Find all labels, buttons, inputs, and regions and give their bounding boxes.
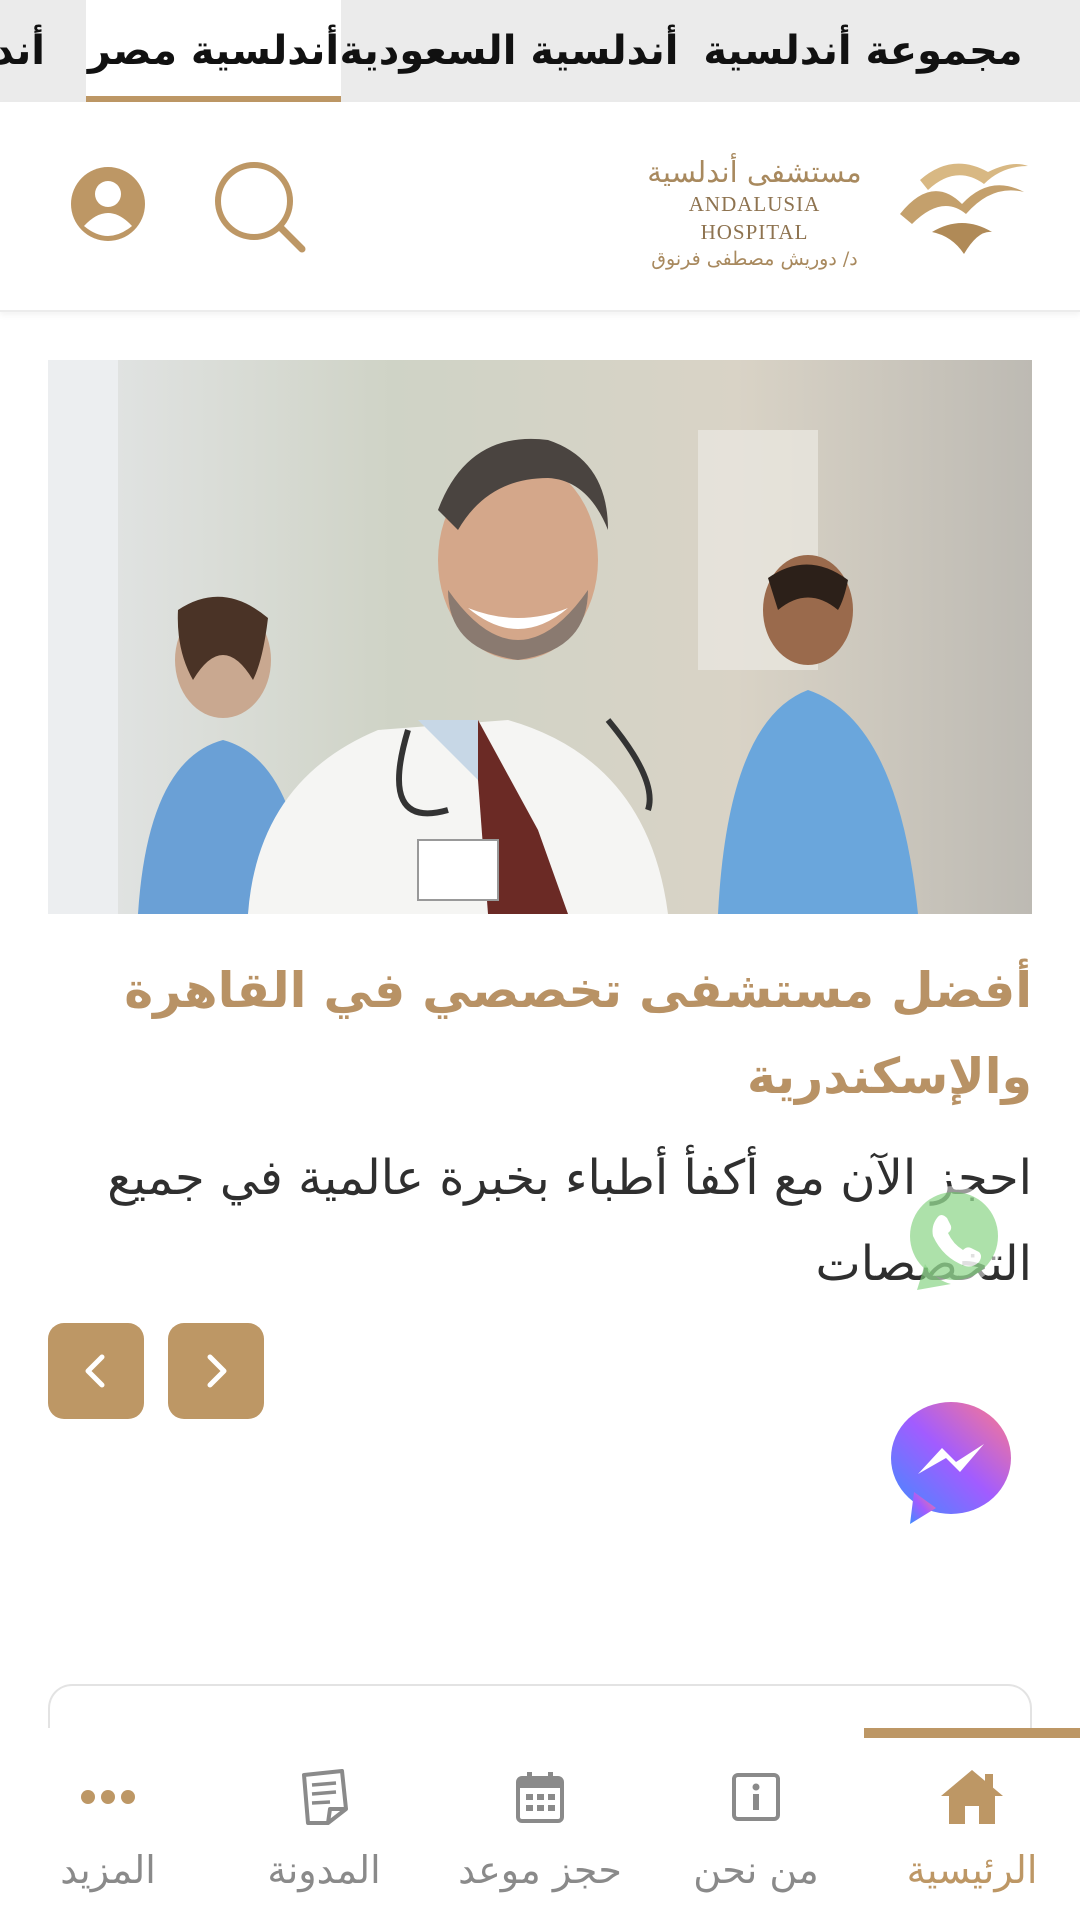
chevron-left-icon [85,1354,105,1388]
nav-more[interactable]: المزيد [0,1728,216,1920]
slider-next-button[interactable] [168,1323,264,1419]
nav-about[interactable]: من نحن [648,1728,864,1920]
nav-blog[interactable]: المدونة [216,1728,432,1920]
search-icon[interactable] [212,159,307,254]
hero-doctor-image [48,360,1032,914]
hero-subtitle: احجز الآن مع أكفأ أطباء بخبرة عالمية في … [107,1150,1032,1292]
chevron-right-icon [207,1354,227,1388]
nav-home-label: الرئيسية [906,1848,1038,1892]
info-icon [732,1773,780,1821]
blog-icon [302,1769,348,1825]
hero-title: أفضل مستشفى تخصصي في القاهرة والإسكندرية [124,962,1032,1105]
user-icon[interactable] [70,164,146,244]
tab-andalusia-saudi[interactable]: أندلسية السعودية [340,0,679,102]
messenger-icon[interactable] [890,1400,1012,1524]
group-tabs-bar: مجموعة أندلسية أندلسية السعودية أندلسية … [0,0,1080,102]
logo-name-ar: مستشفى أندلسية [647,155,862,189]
whatsapp-icon[interactable] [895,1180,1013,1298]
nav-more-label: المزيد [60,1848,156,1892]
hospital-logo[interactable]: مستشفى أندلسية ANDALUSIA HOSPITAL د/ دور… [632,144,1032,270]
hero-illustration [48,360,1032,914]
logo-text: مستشفى أندلسية ANDALUSIA HOSPITAL د/ دور… [642,154,867,272]
nav-home[interactable]: الرئيسية [864,1728,1080,1920]
nav-blog-label: المدونة [267,1848,381,1892]
site-header: مستشفى أندلسية ANDALUSIA HOSPITAL د/ دور… [0,102,1080,312]
logo-name-en: ANDALUSIA HOSPITAL [688,192,821,244]
bottom-navigation: الرئيسية من نحن حجز موعد المدونة المزيد [0,1728,1080,1920]
home-icon [941,1770,1003,1824]
calendar-icon [516,1772,564,1823]
nav-booking[interactable]: حجز موعد [432,1728,648,1920]
page: مجموعة أندلسية أندلسية السعودية أندلسية … [0,0,1080,1920]
tab-andalusia-more[interactable]: أندلسية [0,0,67,102]
logo-mark-icon [900,163,1028,254]
more-icon [81,1790,135,1804]
logo-tagline: د/ دوريش مصطفى فرنوق [651,248,858,270]
slider-prev-button[interactable] [48,1323,144,1419]
nav-booking-label: حجز موعد [458,1848,622,1892]
tab-andalusia-egypt[interactable]: أندلسية مصر [86,0,341,102]
tab-andalusia-group[interactable]: مجموعة أندلسية [698,0,1028,102]
nav-about-label: من نحن [693,1848,819,1892]
